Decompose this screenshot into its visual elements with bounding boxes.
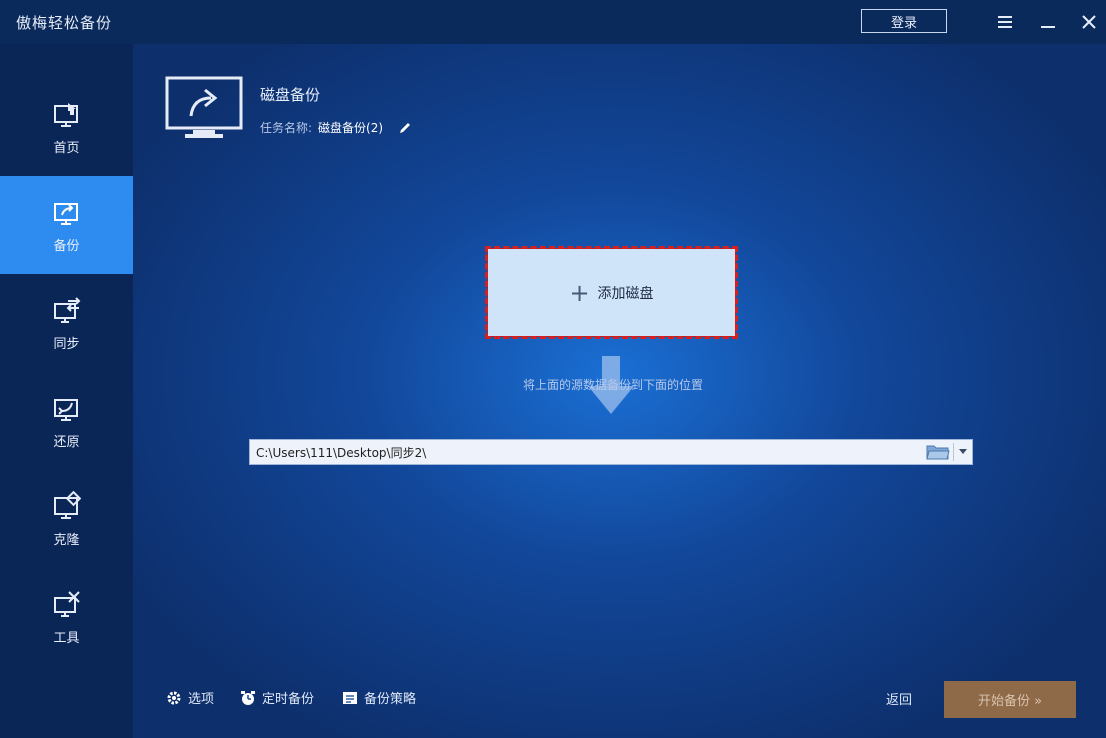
- disk-backup-monitor-icon: [165, 76, 243, 138]
- menu-icon[interactable]: [991, 8, 1019, 36]
- clone-icon: [53, 490, 81, 519]
- close-icon[interactable]: [1075, 8, 1103, 36]
- edit-icon[interactable]: [397, 120, 413, 136]
- backup-icon: [53, 202, 78, 225]
- sidebar-item-clone[interactable]: 克隆: [0, 470, 133, 568]
- schedule-backup-button[interactable]: 定时备份: [240, 688, 314, 707]
- sidebar-item-home[interactable]: 首页: [0, 78, 133, 176]
- options-button[interactable]: 选项: [166, 688, 214, 707]
- home-icon: [53, 102, 78, 127]
- sidebar: 首页 备份 同步 还原 克隆 工具: [0, 44, 133, 738]
- gear-icon: [167, 691, 181, 704]
- sidebar-item-sync[interactable]: 同步: [0, 274, 133, 372]
- sidebar-item-tools[interactable]: 工具: [0, 568, 133, 666]
- sidebar-item-label: 克隆: [53, 532, 80, 548]
- strategy-icon: [343, 691, 357, 704]
- options-label: 选项: [188, 692, 215, 707]
- plus-icon: +: [569, 278, 590, 307]
- title-bar: 傲梅轻松备份 登录: [0, 0, 1106, 44]
- task-name-value: 磁盘备份(2): [318, 121, 384, 135]
- add-disk-button[interactable]: + 添加磁盘: [485, 246, 738, 339]
- sync-icon: [53, 296, 80, 323]
- minimize-icon[interactable]: [1034, 8, 1062, 36]
- chevron-down-icon[interactable]: [954, 440, 972, 464]
- task-name-label: 任务名称:: [260, 121, 313, 135]
- backup-strategy-label: 备份策略: [364, 692, 417, 707]
- direction-hint: 将上面的源数据备份到下面的位置: [522, 378, 703, 392]
- tools-icon: [53, 590, 80, 617]
- start-backup-button[interactable]: 开始备份 »: [944, 681, 1076, 718]
- login-button[interactable]: 登录: [861, 9, 947, 33]
- alarm-clock-icon: [241, 690, 255, 705]
- sidebar-item-label: 备份: [53, 238, 80, 254]
- destination-path-input[interactable]: [250, 439, 923, 465]
- back-button[interactable]: 返回: [886, 689, 912, 708]
- page-title: 磁盘备份: [260, 86, 321, 104]
- sidebar-item-label: 还原: [53, 434, 80, 450]
- app-title: 傲梅轻松备份: [16, 14, 113, 32]
- sidebar-item-label: 首页: [53, 140, 80, 156]
- main-panel: 磁盘备份 任务名称: 磁盘备份(2) + 添加磁盘 将上面的源数据备份到下面的位…: [133, 44, 1106, 738]
- restore-icon: [53, 398, 78, 421]
- backup-strategy-button[interactable]: 备份策略: [342, 688, 416, 707]
- destination-path-field: [249, 439, 973, 465]
- sidebar-item-label: 工具: [53, 630, 80, 646]
- sidebar-item-label: 同步: [53, 336, 80, 352]
- sidebar-item-restore[interactable]: 还原: [0, 372, 133, 470]
- folder-icon[interactable]: [923, 441, 953, 463]
- sidebar-item-backup[interactable]: 备份: [0, 176, 133, 274]
- add-disk-label: 添加磁盘: [597, 285, 654, 302]
- schedule-backup-label: 定时备份: [262, 692, 315, 707]
- task-name-row: 任务名称: 磁盘备份(2): [260, 119, 413, 136]
